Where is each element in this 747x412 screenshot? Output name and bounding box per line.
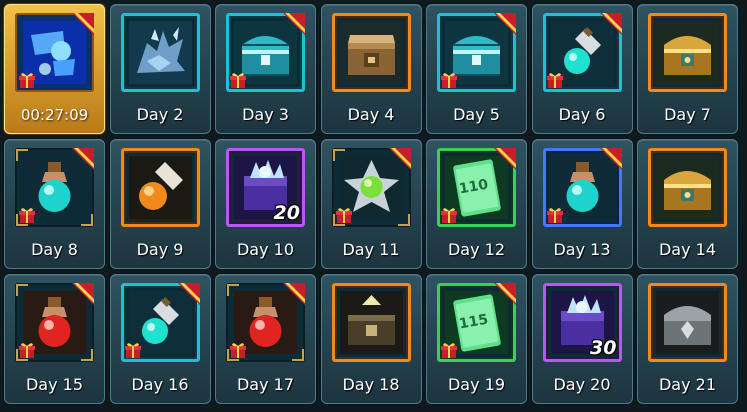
- day-label: Day 12: [447, 240, 506, 259]
- reward-item-frame: 20: [226, 148, 305, 227]
- day-label: Day 7: [664, 105, 711, 124]
- orange-flask-icon: [128, 156, 192, 219]
- day-label: Day 15: [25, 375, 84, 394]
- reward-tile[interactable]: Day 17: [215, 274, 316, 404]
- reward-item-frame: [331, 148, 411, 227]
- reward-item-frame: [15, 13, 94, 92]
- day-label: Day 8: [31, 240, 78, 259]
- reward-item-frame: [437, 13, 516, 92]
- item-count: 20: [273, 202, 300, 224]
- ribbon-corner-icon: [599, 148, 622, 170]
- reward-tile[interactable]: Day 2: [109, 4, 211, 134]
- gold-chest-icon: [656, 156, 719, 219]
- reward-tile[interactable]: 110 Day 12: [426, 139, 527, 269]
- gift-bow-icon: [18, 71, 36, 89]
- day-label: Day 3: [242, 105, 289, 124]
- reward-item-frame: [226, 283, 305, 362]
- reward-tile[interactable]: Day 9: [109, 139, 211, 269]
- ribbon-corner-icon: [283, 13, 305, 35]
- reward-tile[interactable]: Day 21: [637, 274, 738, 404]
- day-label: Day 9: [136, 240, 184, 259]
- ribbon-corner-icon: [494, 13, 516, 35]
- ribbon-corner-icon: [494, 148, 516, 170]
- reward-tile[interactable]: Day 4: [320, 4, 422, 134]
- reward-item-frame: [15, 148, 94, 227]
- reward-item-frame: 115: [437, 283, 516, 362]
- gift-bow-icon: [546, 206, 564, 224]
- reward-tile[interactable]: Day 7: [637, 4, 738, 134]
- gift-bow-icon: [546, 71, 564, 89]
- gift-bow-icon: [440, 206, 458, 224]
- day-label: Day 17: [236, 375, 295, 394]
- dark-chest-icon: [339, 291, 403, 354]
- day-label: Day 4: [347, 105, 395, 124]
- reward-tile[interactable]: Day 15: [4, 274, 105, 404]
- item-count: 30: [590, 337, 617, 359]
- wooden-chest-icon: [339, 21, 403, 84]
- reward-item-frame: [648, 283, 727, 362]
- day-label: Day 5: [453, 105, 500, 124]
- reward-tile[interactable]: 115 Day 19: [426, 274, 527, 404]
- day-label: Day 13: [553, 240, 611, 259]
- ribbon-corner-icon: [72, 148, 94, 170]
- day-label: Day 20: [553, 375, 611, 394]
- reward-tile[interactable]: 20 Day 10: [215, 139, 316, 269]
- countdown-timer: 00:27:09: [20, 106, 89, 124]
- reward-item-frame: [331, 283, 411, 362]
- gift-bow-icon: [18, 206, 36, 224]
- reward-tile[interactable]: Day 18: [320, 274, 422, 404]
- reward-tile[interactable]: Day 11: [320, 139, 422, 269]
- gift-bow-icon: [440, 71, 458, 89]
- reward-item-frame: [226, 13, 305, 92]
- reward-item-frame: [648, 148, 727, 227]
- reward-item-frame: [15, 283, 94, 362]
- reward-tile[interactable]: 30 Day 20: [531, 274, 633, 404]
- ribbon-corner-icon: [599, 13, 622, 35]
- day-label: Day 10: [236, 240, 295, 259]
- ribbon-corner-icon: [177, 283, 200, 305]
- reward-item-frame: 110: [437, 148, 516, 227]
- gold-chest-icon: [656, 21, 719, 84]
- reward-item-frame: [542, 13, 622, 92]
- silver-chest-icon: [656, 291, 719, 354]
- ribbon-corner-icon: [388, 148, 411, 170]
- gift-bow-icon: [335, 206, 353, 224]
- day-label: Day 21: [658, 375, 717, 394]
- reward-item-frame: [648, 13, 727, 92]
- ice-dragon-icon: [128, 21, 192, 84]
- day-label: Day 14: [658, 240, 717, 259]
- reward-item-frame: [542, 148, 622, 227]
- daily-rewards-grid: 00:27:09 Day 2 Day 3 Day 4 Day 5 Day 6 Day 7 Da…: [4, 4, 744, 410]
- day-label: Day 6: [558, 105, 606, 124]
- reward-tile[interactable]: Day 3: [215, 4, 316, 134]
- gift-bow-icon: [229, 71, 247, 89]
- reward-tile[interactable]: Day 5: [426, 4, 527, 134]
- day-label: Day 16: [131, 375, 189, 394]
- reward-tile[interactable]: Day 13: [531, 139, 633, 269]
- day-label: Day 18: [342, 375, 400, 394]
- ribbon-corner-icon: [72, 283, 94, 305]
- reward-item-frame: [120, 148, 200, 227]
- reward-item-frame: [120, 13, 200, 92]
- ribbon-corner-icon: [72, 13, 94, 35]
- day-label: Day 11: [342, 240, 400, 259]
- gift-bow-icon: [229, 341, 247, 359]
- reward-tile[interactable]: Day 16: [109, 274, 211, 404]
- reward-tile[interactable]: Day 6: [531, 4, 633, 134]
- reward-item-frame: 30: [542, 283, 622, 362]
- reward-item-frame: [331, 13, 411, 92]
- ribbon-corner-icon: [283, 283, 305, 305]
- reward-item-frame: [120, 283, 200, 362]
- ribbon-corner-icon: [494, 283, 516, 305]
- gift-bow-icon: [124, 341, 142, 359]
- reward-tile[interactable]: 00:27:09: [4, 4, 105, 134]
- gift-bow-icon: [18, 341, 36, 359]
- day-label: Day 2: [136, 105, 184, 124]
- day-label: Day 19: [447, 375, 506, 394]
- reward-tile[interactable]: Day 14: [637, 139, 738, 269]
- reward-tile[interactable]: Day 8: [4, 139, 105, 269]
- gift-bow-icon: [440, 341, 458, 359]
